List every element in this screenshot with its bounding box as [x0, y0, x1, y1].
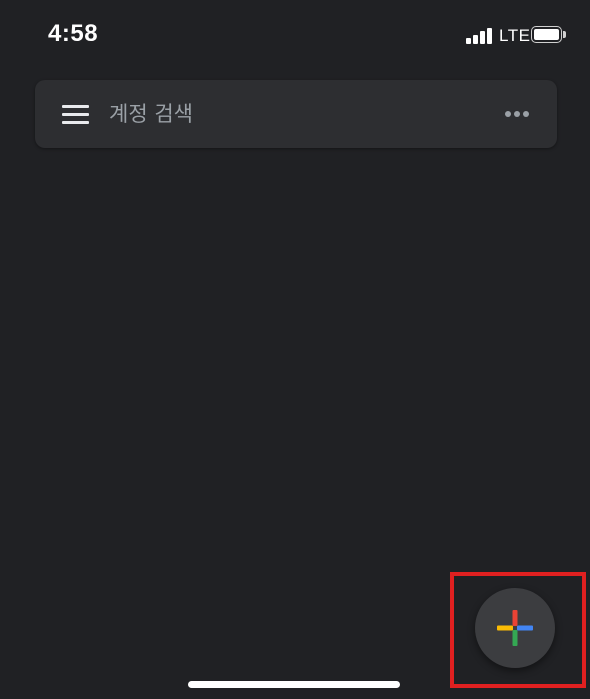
network-type-label: LTE	[499, 26, 531, 45]
more-horizontal-icon[interactable]	[503, 106, 533, 122]
signal-bar	[473, 35, 478, 44]
status-bar: 4:58 LTE	[0, 0, 590, 70]
battery-icon	[531, 26, 562, 43]
home-indicator	[188, 681, 400, 688]
hamburger-menu-icon[interactable]	[62, 105, 89, 124]
signal-bar	[480, 31, 485, 44]
add-icon	[497, 610, 533, 646]
add-account-button[interactable]	[475, 588, 555, 668]
battery-level-fill	[534, 29, 559, 40]
app-screen: 4:58 LTE	[0, 0, 590, 699]
signal-bar	[466, 38, 471, 44]
status-time: 4:58	[48, 20, 99, 47]
battery-tip	[563, 31, 566, 38]
signal-bar	[487, 28, 492, 44]
search-input[interactable]	[109, 97, 479, 131]
account-search-bar[interactable]	[35, 80, 557, 148]
cellular-signal-icon	[466, 27, 494, 44]
